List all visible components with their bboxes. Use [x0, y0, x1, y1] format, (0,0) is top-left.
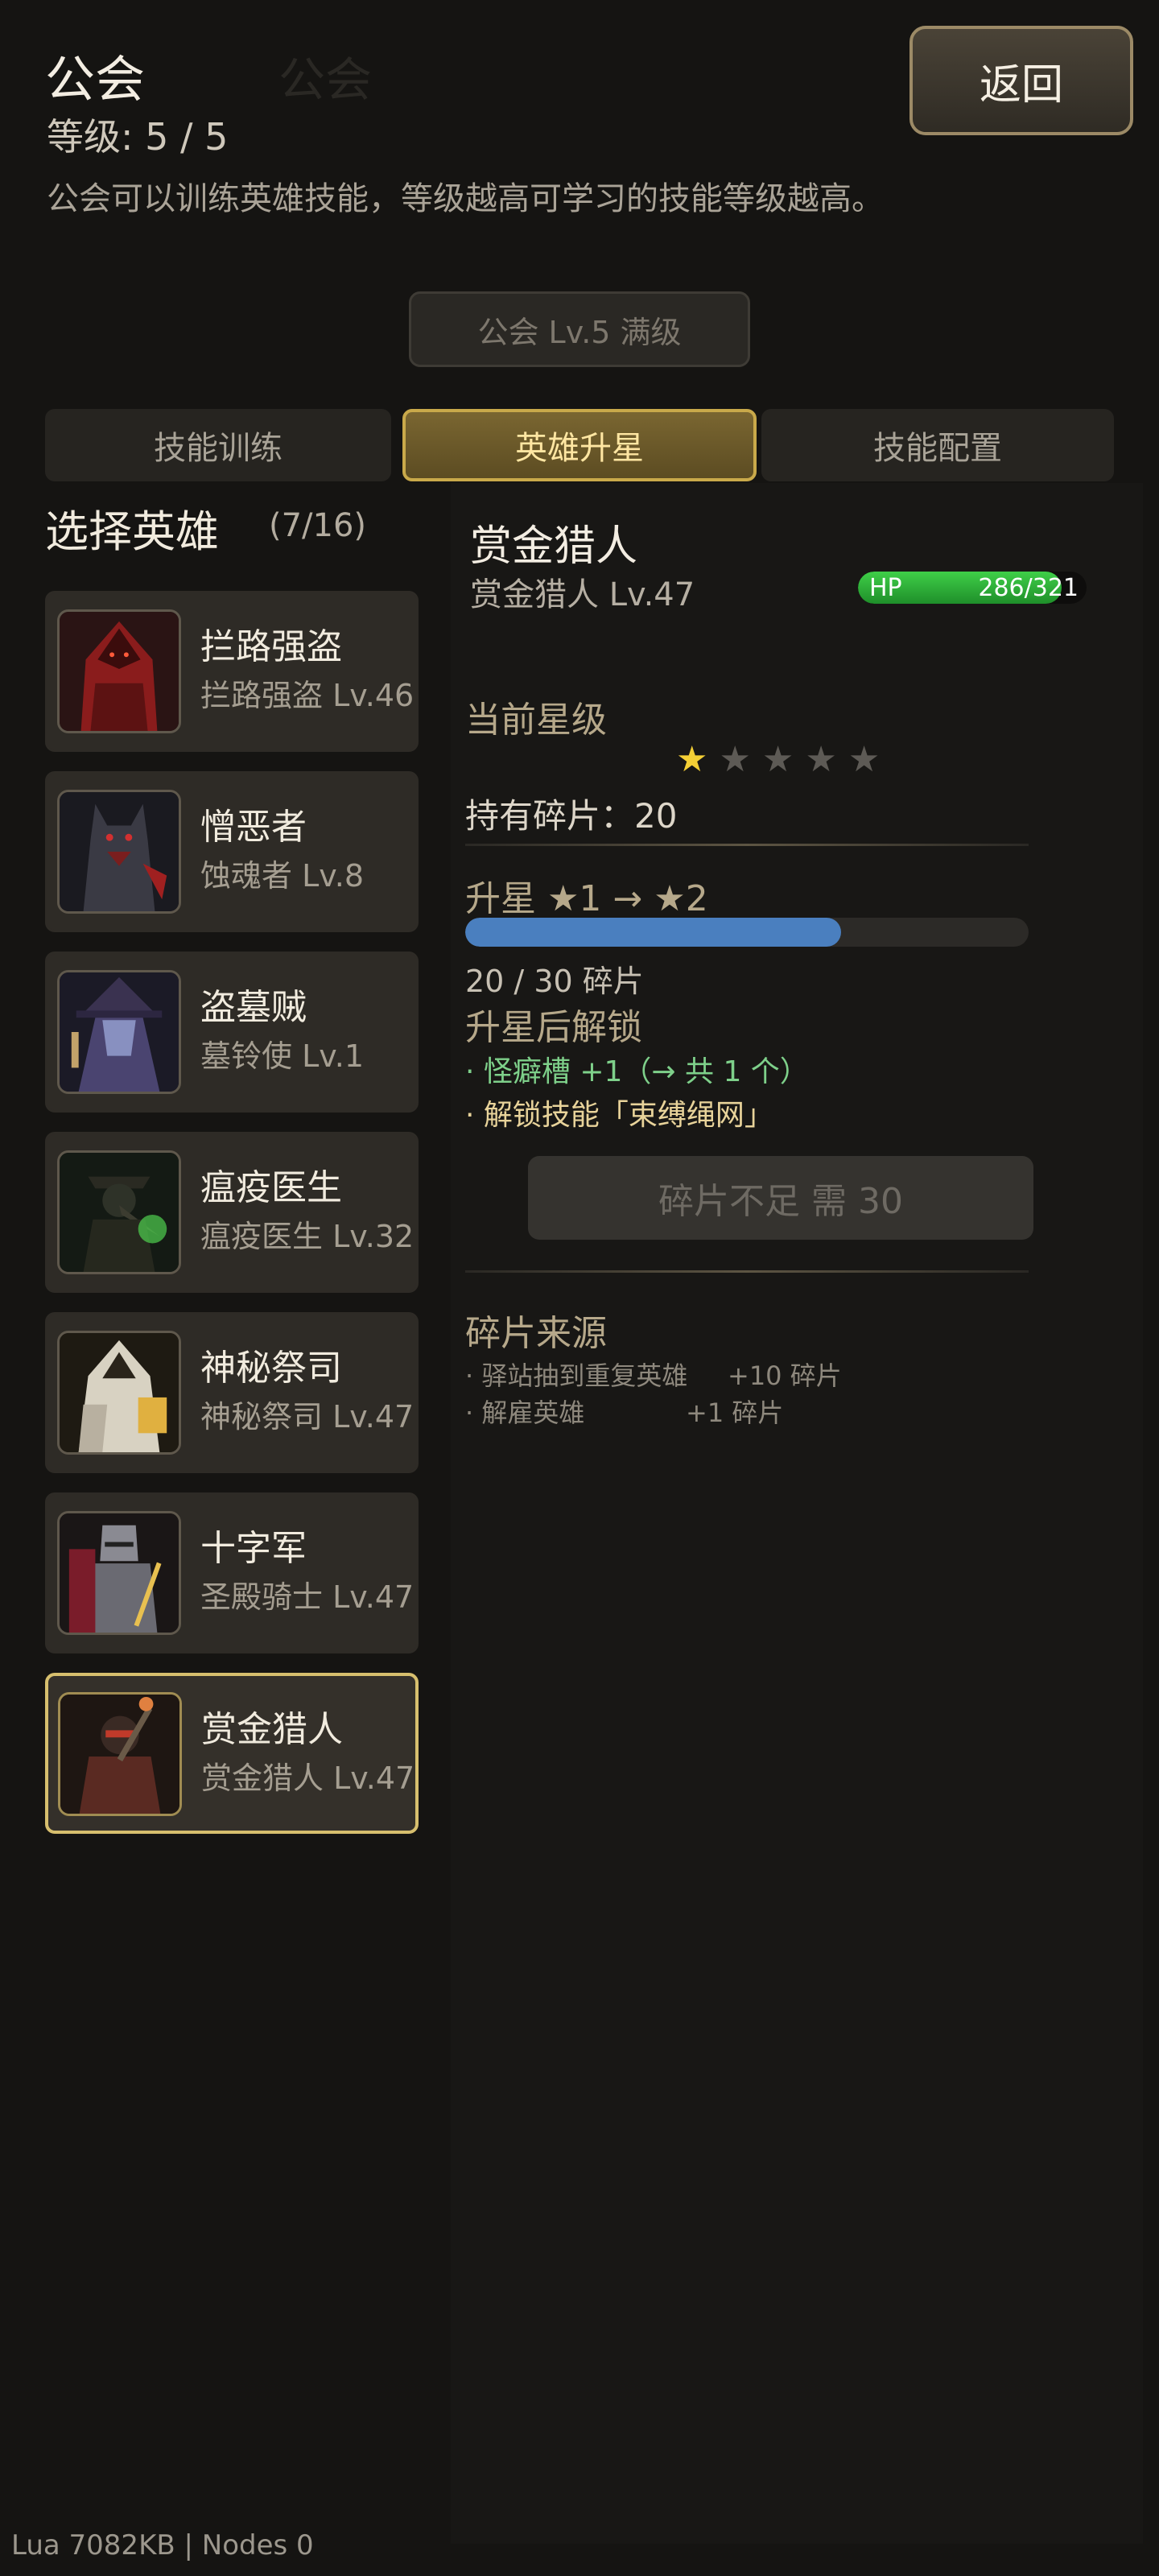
selected-hero-class-level: 赏金猎人 Lv.47 [470, 576, 695, 613]
shard-source-label: · 解雇英雄 [465, 1397, 585, 1428]
divider [465, 1270, 1029, 1273]
bounty-hunter-portrait-icon [58, 1692, 182, 1816]
guild-level-badge: 公会 Lv.5 满级 [409, 291, 750, 367]
hero-card[interactable]: 神秘祭司 神秘祭司 Lv.47 [45, 1312, 419, 1473]
unlock-item-quirk-slot: · 怪癖槽 +1（→ 共 1 个） [465, 1055, 809, 1088]
hero-name: 神秘祭司 [200, 1348, 342, 1389]
page-title: 公会 [45, 50, 146, 109]
divider [465, 844, 1029, 846]
hp-bar: HP 286/321 [858, 572, 1087, 604]
selected-hero-name: 赏金猎人 [470, 522, 638, 571]
hero-name: 瘟疫医生 [200, 1167, 342, 1208]
tab-skill-training[interactable]: 技能训练 [45, 409, 391, 481]
star-empty-icon: ★ [805, 739, 848, 780]
star-empty-icon: ★ [848, 739, 892, 780]
hero-class-level: 瘟疫医生 Lv.32 [200, 1219, 415, 1254]
hero-name: 赏金猎人 [201, 1709, 343, 1750]
hero-class-level: 拦路强盗 Lv.46 [200, 678, 415, 713]
hero-class-level: 墓铃使 Lv.1 [200, 1038, 365, 1074]
upgrade-title: 升星 ★1 → ★2 [465, 878, 708, 919]
hero-select-title: 选择英雄 [45, 506, 219, 557]
tab-skill-config[interactable]: 技能配置 [761, 409, 1114, 481]
plague-doctor-portrait-icon [57, 1150, 181, 1274]
shard-progress-fill [465, 918, 841, 947]
hp-label: HP [869, 574, 902, 602]
star-empty-icon: ★ [719, 739, 762, 780]
shard-source-row: · 解雇英雄 +1 碎片 [465, 1393, 783, 1430]
hero-card[interactable]: 瘟疫医生 瘟疫医生 Lv.32 [45, 1132, 419, 1293]
red-hooded-bandit-portrait-icon [57, 609, 181, 733]
star-empty-icon: ★ [761, 739, 806, 780]
shard-source-title: 碎片来源 [465, 1313, 607, 1354]
hero-name: 十字军 [200, 1528, 307, 1569]
ghost-header-title: 公会 [278, 52, 373, 107]
tab-hero-star-up[interactable]: 英雄升星 [402, 409, 757, 481]
hp-value: 286/321 [978, 574, 1079, 602]
hero-card-selected[interactable]: 赏金猎人 赏金猎人 Lv.47 [45, 1673, 419, 1834]
hero-count: (7/16) [269, 507, 367, 544]
shard-source-label: · 驿站抽到重复英雄 [465, 1360, 688, 1391]
guild-description: 公会可以训练英雄技能，等级越高可学习的技能等级越高。 [47, 180, 884, 217]
werewolf-abomination-portrait-icon [57, 790, 181, 914]
hero-name: 憎恶者 [200, 807, 307, 848]
star-filled-icon: ★ [676, 739, 720, 780]
hero-card[interactable]: 憎恶者 蚀魂者 Lv.8 [45, 771, 419, 932]
back-button[interactable]: 返回 [909, 26, 1133, 135]
shard-progress-bar [465, 918, 1029, 947]
tab-bar: 技能训练 英雄升星 技能配置 [45, 409, 1114, 481]
hero-class-level: 神秘祭司 Lv.47 [200, 1399, 415, 1435]
shard-source-row: · 驿站抽到重复英雄 +10 碎片 [465, 1356, 842, 1393]
grave-robber-witch-portrait-icon [57, 970, 181, 1094]
mystic-priest-portrait-icon [57, 1331, 181, 1455]
star-rating: ★★★★★ [676, 739, 891, 780]
hero-class-level: 圣殿骑士 Lv.47 [200, 1579, 415, 1615]
current-star-label: 当前星级 [465, 700, 607, 741]
hero-name: 盗墓贼 [200, 987, 307, 1028]
hero-name: 拦路强盗 [200, 626, 342, 667]
hero-class-level: 蚀魂者 Lv.8 [200, 858, 365, 894]
shard-source-value: +10 碎片 [728, 1360, 842, 1391]
hero-card[interactable]: 十字军 圣殿骑士 Lv.47 [45, 1492, 419, 1653]
shard-progress-text: 20 / 30 碎片 [465, 964, 644, 999]
unlock-title: 升星后解锁 [465, 1007, 642, 1048]
crusader-knight-portrait-icon [57, 1511, 181, 1635]
debug-footer: Lua 7082KB | Nodes 0 [11, 2529, 314, 2562]
hero-card[interactable]: 拦路强盗 拦路强盗 Lv.46 [45, 591, 419, 752]
star-up-button-disabled[interactable]: 碎片不足 需 30 [528, 1156, 1033, 1240]
hero-class-level: 赏金猎人 Lv.47 [201, 1761, 415, 1796]
shards-owned: 持有碎片：20 [465, 796, 678, 836]
shard-source-value: +1 碎片 [686, 1397, 784, 1428]
hero-card[interactable]: 盗墓贼 墓铃使 Lv.1 [45, 952, 419, 1113]
guild-level: 等级: 5 / 5 [47, 115, 229, 159]
unlock-item-skill: · 解锁技能「束缚绳网」 [465, 1099, 773, 1132]
